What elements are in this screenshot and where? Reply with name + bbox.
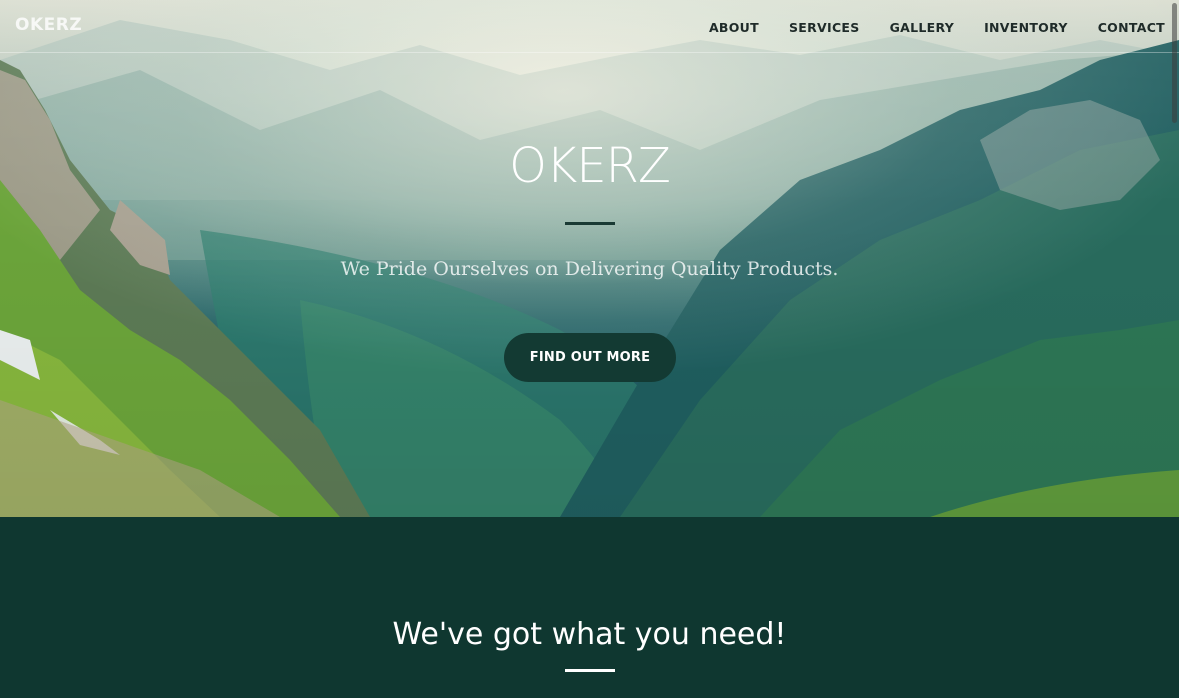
scrollbar-thumb[interactable] (1172, 3, 1177, 123)
nav-item-gallery: GALLERY (890, 19, 955, 37)
page-scrollbar[interactable] (1170, 0, 1179, 698)
hero-subtitle: We Pride Ourselves on Delivering Quality… (340, 258, 839, 280)
section-divider (565, 669, 615, 672)
nav-link-inventory[interactable]: INVENTORY (984, 20, 1068, 35)
about-section: We've got what you need! (0, 517, 1179, 698)
hero-divider (565, 222, 615, 225)
nav-link-contact[interactable]: CONTACT (1098, 20, 1165, 35)
nav-link-about[interactable]: ABOUT (709, 20, 759, 35)
section-heading: We've got what you need! (392, 617, 787, 652)
top-navbar: OKERZ ABOUT SERVICES GALLERY INVENTORY C… (0, 0, 1179, 53)
nav-item-services: SERVICES (789, 19, 860, 37)
hero-title: OKERZ (509, 138, 671, 194)
nav-item-inventory: INVENTORY (984, 19, 1068, 37)
nav-menu: ABOUT SERVICES GALLERY INVENTORY CONTACT (679, 19, 1165, 37)
nav-link-gallery[interactable]: GALLERY (890, 20, 955, 35)
nav-item-contact: CONTACT (1098, 19, 1165, 37)
nav-item-about: ABOUT (709, 19, 759, 37)
brand-logo-link[interactable]: OKERZ (15, 15, 82, 35)
hero-section: OKERZ ABOUT SERVICES GALLERY INVENTORY C… (0, 0, 1179, 517)
landing-page: OKERZ ABOUT SERVICES GALLERY INVENTORY C… (0, 0, 1179, 698)
nav-link-services[interactable]: SERVICES (789, 20, 860, 35)
find-out-more-button[interactable]: FIND OUT MORE (504, 333, 676, 382)
